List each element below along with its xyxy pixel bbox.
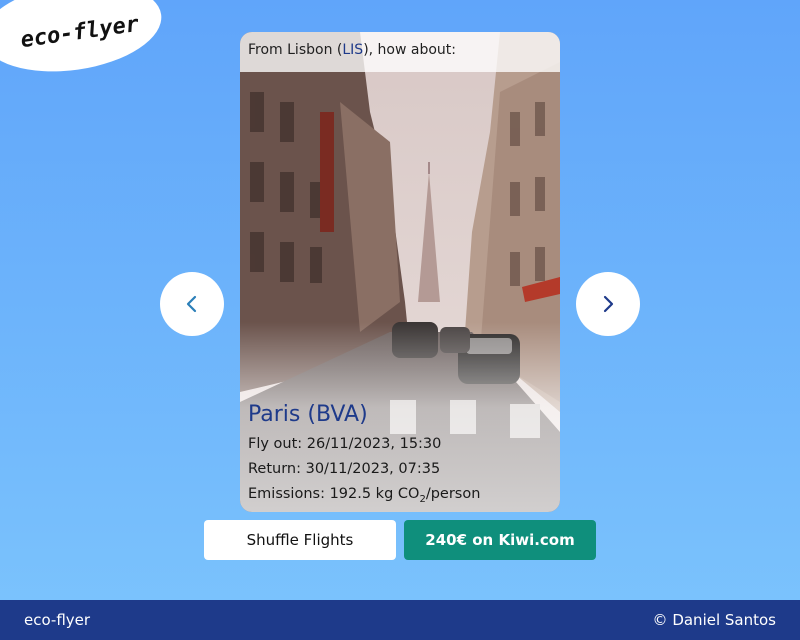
emissions: Emissions: 192.5 kg CO2/person bbox=[248, 482, 558, 512]
fly-out-time: Fly out: 26/11/2023, 15:30 bbox=[248, 436, 442, 452]
return-time: Return: 30/11/2023, 07:35 bbox=[248, 461, 441, 477]
shuffle-flights-button[interactable]: Shuffle Flights bbox=[204, 520, 396, 560]
flight-info: Paris (BVA) Fly out: 26/11/2023, 15:30 R… bbox=[248, 398, 558, 512]
footer: eco-flyer © Daniel Santos bbox=[0, 600, 800, 640]
footer-app-name: eco-flyer bbox=[24, 611, 91, 629]
origin-code: LIS bbox=[342, 42, 364, 58]
destination-title: Paris (BVA) bbox=[248, 402, 368, 427]
emissions-prefix: Emissions: 192.5 kg CO bbox=[248, 486, 420, 502]
intro-suffix: ), how about: bbox=[363, 42, 456, 58]
next-button[interactable] bbox=[576, 272, 640, 336]
app-logo[interactable]: eco-flyer bbox=[0, 0, 168, 83]
logo-text: eco-flyer bbox=[18, 11, 141, 53]
origin-banner: From Lisbon (LIS), how about: bbox=[240, 32, 560, 72]
emissions-suffix: /person bbox=[425, 486, 481, 502]
chevron-right-icon bbox=[603, 295, 614, 313]
intro-prefix: From Lisbon ( bbox=[248, 42, 343, 58]
book-flight-button[interactable]: 240€ on Kiwi.com bbox=[404, 520, 596, 560]
destination-card: From Lisbon (LIS), how about: Paris (BVA… bbox=[240, 32, 560, 512]
chevron-left-icon bbox=[186, 295, 197, 313]
previous-button[interactable] bbox=[160, 272, 224, 336]
footer-copyright: © Daniel Santos bbox=[652, 611, 776, 629]
